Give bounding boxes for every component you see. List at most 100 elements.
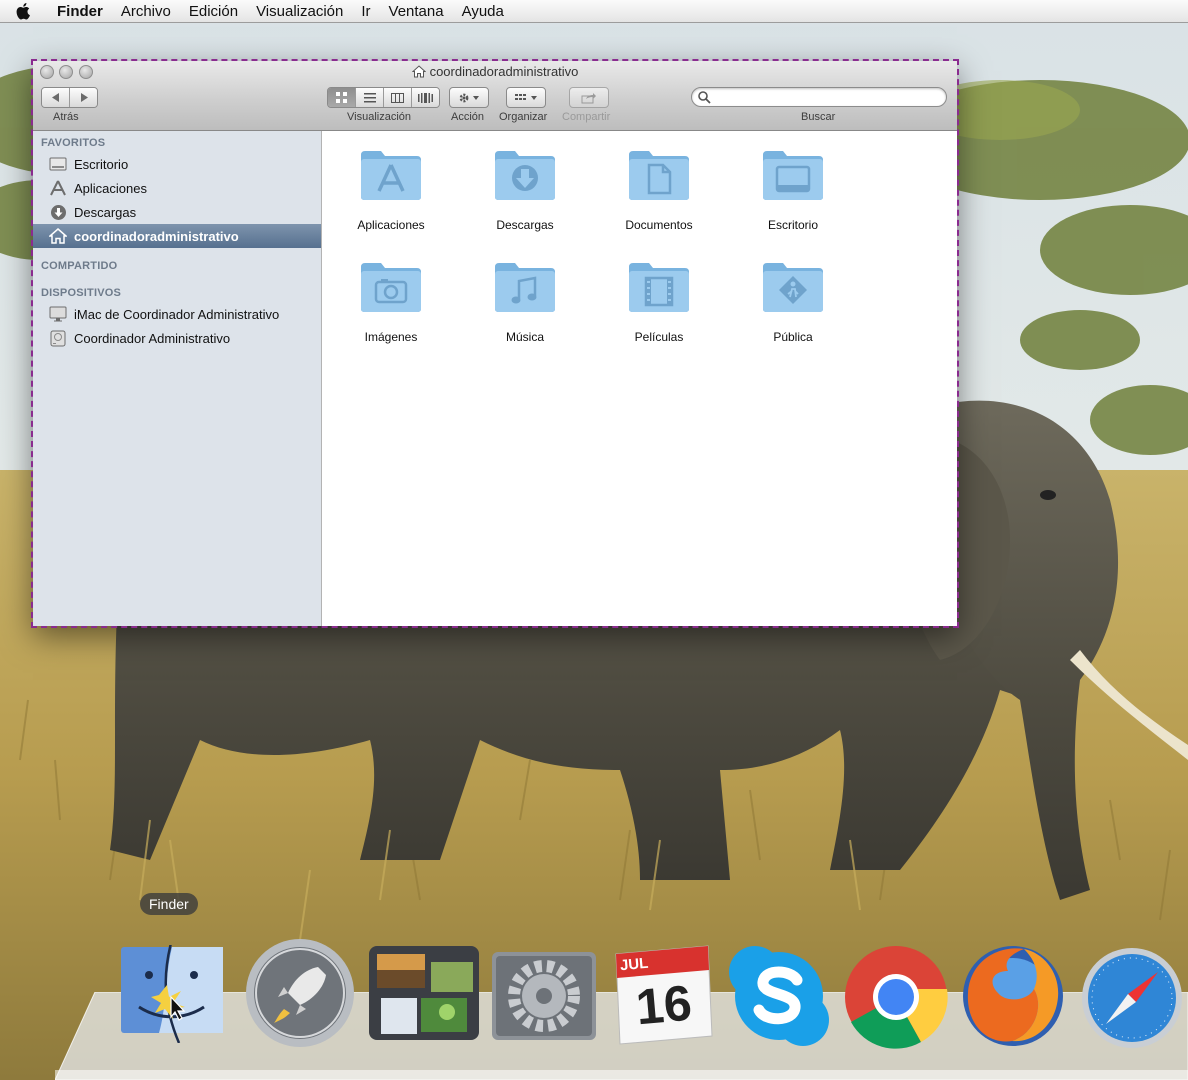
folder-label: Aplicaciones (357, 218, 425, 232)
finder-window: coordinadoradministrativo Atrás Visualiz… (31, 59, 959, 628)
sidebar-item-imac[interactable]: iMac de Coordinador Administrativo (33, 302, 321, 326)
home-icon (411, 65, 426, 78)
folder-label: Pública (773, 330, 813, 344)
list-view-button[interactable] (356, 88, 384, 107)
documents-folder-icon (629, 151, 689, 200)
dock-chrome-icon[interactable] (843, 944, 949, 1050)
calendar-month: JUL (619, 954, 650, 975)
column-view-button[interactable] (384, 88, 412, 107)
sidebar-item-aplicaciones[interactable]: Aplicaciones (33, 176, 321, 200)
gear-icon (459, 93, 479, 102)
folder-peliculas[interactable]: Películas (592, 259, 726, 344)
desktop-icon (49, 155, 67, 173)
sidebar-item-descargas[interactable]: Descargas (33, 200, 321, 224)
home-icon (49, 227, 67, 245)
downloads-icon (49, 203, 67, 221)
arrange-button[interactable] (506, 87, 546, 108)
arrange-label: Organizar (499, 111, 548, 123)
menu-edicion[interactable]: Edición (180, 3, 247, 20)
dock-finder-icon[interactable] (119, 945, 225, 1043)
forward-button[interactable] (70, 88, 97, 107)
window-toolbar: coordinadoradministrativo Atrás Visualiz… (33, 61, 957, 131)
folder-musica[interactable]: Música (458, 259, 592, 344)
pictures-folder-icon (361, 263, 421, 312)
sidebar-header-favorites: FAVORITOS (41, 137, 106, 149)
search-field[interactable] (691, 87, 947, 107)
search-label: Buscar (801, 111, 836, 123)
dock-tooltip: Finder (140, 893, 198, 915)
search-input[interactable] (714, 90, 938, 106)
folder-aplicaciones[interactable]: Aplicaciones (324, 147, 458, 232)
sidebar-item-harddisk[interactable]: Coordinador Administrativo (33, 326, 321, 350)
folder-imagenes[interactable]: Imágenes (324, 259, 458, 344)
forward-arrow-icon (80, 93, 88, 102)
list-view-icon (363, 92, 376, 102)
harddisk-icon (49, 329, 67, 347)
folder-label: Escritorio (767, 218, 818, 232)
dock-system-preferences-icon[interactable] (490, 950, 598, 1042)
sidebar-header-devices: DISPOSITIVOS (41, 287, 122, 299)
downloads-folder-icon (495, 151, 555, 200)
public-folder-icon (763, 263, 823, 312)
folder-content: Aplicaciones Descargas Documentos Escrit… (322, 131, 957, 626)
back-arrow-icon (51, 93, 59, 102)
menu-visualizacion[interactable]: Visualización (247, 3, 352, 20)
arrange-icon (515, 93, 537, 100)
sidebar-item-label: Aplicaciones (74, 180, 147, 196)
folder-documentos[interactable]: Documentos (592, 147, 726, 232)
view-label: Visualización (347, 111, 412, 123)
icon-view-icon (336, 92, 347, 103)
folder-label: Música (505, 330, 544, 344)
sidebar-item-label: Escritorio (74, 156, 129, 172)
movies-folder-icon (629, 263, 689, 312)
folder-label: Imágenes (364, 330, 418, 344)
dock-launchpad-icon[interactable] (244, 937, 356, 1049)
back-button[interactable] (42, 88, 70, 107)
folder-descargas[interactable]: Descargas (458, 147, 592, 232)
sidebar-item-label: Descargas (74, 204, 137, 220)
dock-mission-control-icon[interactable] (367, 944, 481, 1042)
sidebar-item-label: Coordinador Administrativo (74, 330, 231, 346)
menu-ventana[interactable]: Ventana (380, 3, 453, 20)
column-view-icon (391, 92, 404, 103)
sidebar-item-label: iMac de Coordinador Administrativo (74, 306, 280, 322)
apple-menu-icon[interactable] (16, 2, 38, 20)
music-folder-icon (495, 263, 555, 312)
back-label: Atrás (53, 111, 79, 123)
folder-label: Descargas (496, 218, 554, 232)
back-forward-control (41, 87, 98, 108)
calendar-day: 16 (633, 974, 694, 1036)
sidebar-item-home[interactable]: coordinadoradministrativo (33, 224, 321, 248)
window-title-text: coordinadoradministrativo (429, 64, 579, 79)
coverflow-view-button[interactable] (412, 88, 439, 107)
dock-safari-icon[interactable] (1078, 944, 1188, 1052)
share-icon (581, 92, 596, 103)
menu-ir[interactable]: Ir (352, 3, 379, 20)
view-mode-control (327, 87, 440, 108)
applications-folder-icon (361, 151, 421, 200)
window-title: coordinadoradministrativo (33, 64, 957, 79)
sidebar-header-shared: COMPARTIDO (41, 260, 118, 272)
desktop-folder-icon (763, 151, 823, 200)
folder-label: Documentos (625, 218, 693, 232)
sidebar-item-escritorio[interactable]: Escritorio (33, 152, 321, 176)
sidebar: FAVORITOS Escritorio Aplicaciones Descar… (33, 131, 322, 626)
menu-ayuda[interactable]: Ayuda (453, 3, 513, 20)
sidebar-item-label: coordinadoradministrativo (74, 228, 239, 244)
search-icon (698, 91, 711, 104)
dock-firefox-icon[interactable] (958, 941, 1068, 1051)
action-button[interactable] (449, 87, 489, 108)
coverflow-view-icon (418, 92, 433, 103)
menu-archivo[interactable]: Archivo (112, 3, 180, 20)
menu-app-finder[interactable]: Finder (48, 3, 112, 20)
share-button[interactable] (569, 87, 609, 108)
menu-bar: Finder Archivo Edición Visualización Ir … (0, 0, 1188, 23)
share-label: Compartir (562, 111, 611, 123)
dock-skype-icon[interactable] (725, 942, 833, 1050)
folder-escritorio[interactable]: Escritorio (726, 147, 860, 232)
applications-icon (49, 179, 67, 197)
dock-calendar-icon[interactable]: JUL 16 (610, 940, 714, 1046)
folder-publica[interactable]: Pública (726, 259, 860, 344)
folder-label: Películas (634, 330, 684, 344)
icon-view-button[interactable] (328, 88, 356, 107)
